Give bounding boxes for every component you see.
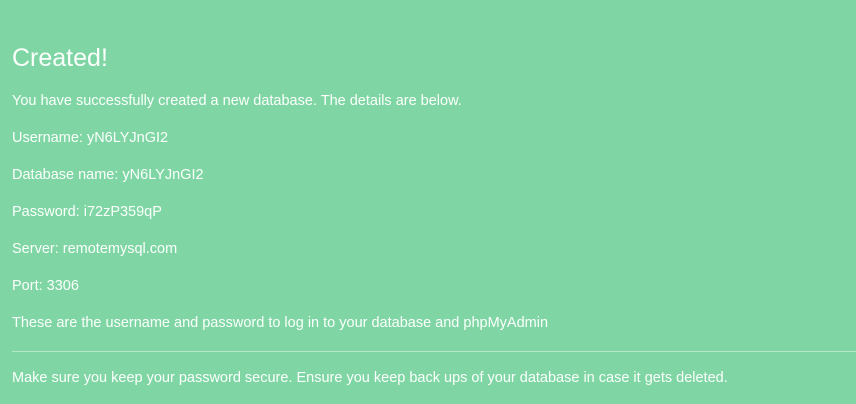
username-detail: Username: yN6LYJnGI2 [12,130,169,146]
intro-text: You have successfully created a new data… [12,93,462,109]
divider [12,351,856,352]
database-name-detail: Database name: yN6LYJnGI2 [12,167,204,183]
password-detail: Password: i72zP359qP [12,204,162,220]
page-title: Created! [12,44,108,72]
security-note: Make sure you keep your password secure.… [12,370,728,386]
login-note: These are the username and password to l… [12,315,549,331]
port-detail: Port: 3306 [12,278,79,294]
server-detail: Server: remotemysql.com [12,241,178,257]
